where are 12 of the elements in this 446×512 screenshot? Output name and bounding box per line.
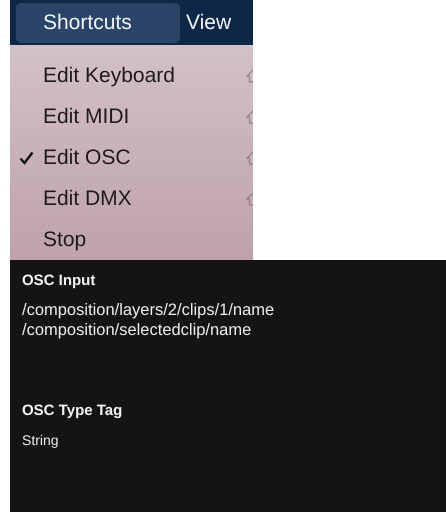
section-text: String: [22, 431, 60, 450]
section-title: OSC Type Tag: [22, 402, 124, 419]
menu-item[interactable]: Edit Keyboard: [43, 64, 246, 88]
section-text: /composition/selectedclip/name: [22, 320, 252, 340]
menu-item[interactable]: Stop: [43, 228, 253, 252]
menu-bar-item[interactable]: View: [186, 2, 232, 42]
section-text: /composition/layers/2/clips/1/name: [22, 300, 276, 320]
menu-item[interactable]: Edit DMX: [43, 186, 246, 210]
section-title: OSC Input: [22, 272, 96, 289]
menu-bar-item[interactable]: Shortcuts: [16, 2, 180, 42]
menu-item[interactable]: Edit MIDI: [43, 104, 246, 128]
menu-item[interactable]: Edit OSC: [43, 146, 246, 170]
